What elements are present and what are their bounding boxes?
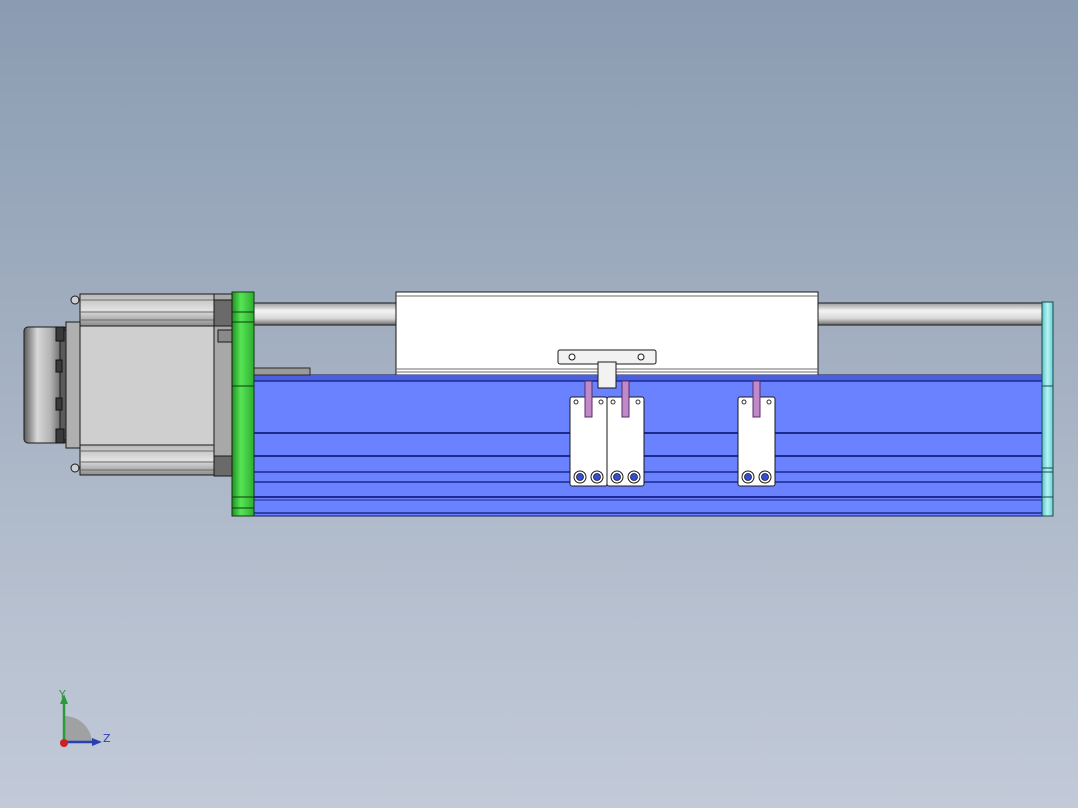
servo-motor[interactable] bbox=[23, 293, 233, 477]
graphics-viewport[interactable]: Y Z bbox=[0, 0, 1078, 808]
sensor-block-1[interactable] bbox=[569, 380, 608, 487]
axis-y-label: Y bbox=[59, 688, 66, 701]
sensor-block-3[interactable] bbox=[737, 380, 776, 487]
axis-z-label: Z bbox=[103, 732, 111, 745]
triad-plane-icon bbox=[64, 715, 92, 742]
3d-model-view[interactable] bbox=[0, 0, 1078, 808]
end-cap[interactable] bbox=[1041, 301, 1054, 517]
sensor-block-2[interactable] bbox=[606, 380, 645, 487]
x-axis-icon bbox=[60, 739, 68, 747]
linear-body[interactable] bbox=[251, 367, 1048, 517]
motor-flange[interactable] bbox=[231, 291, 255, 517]
